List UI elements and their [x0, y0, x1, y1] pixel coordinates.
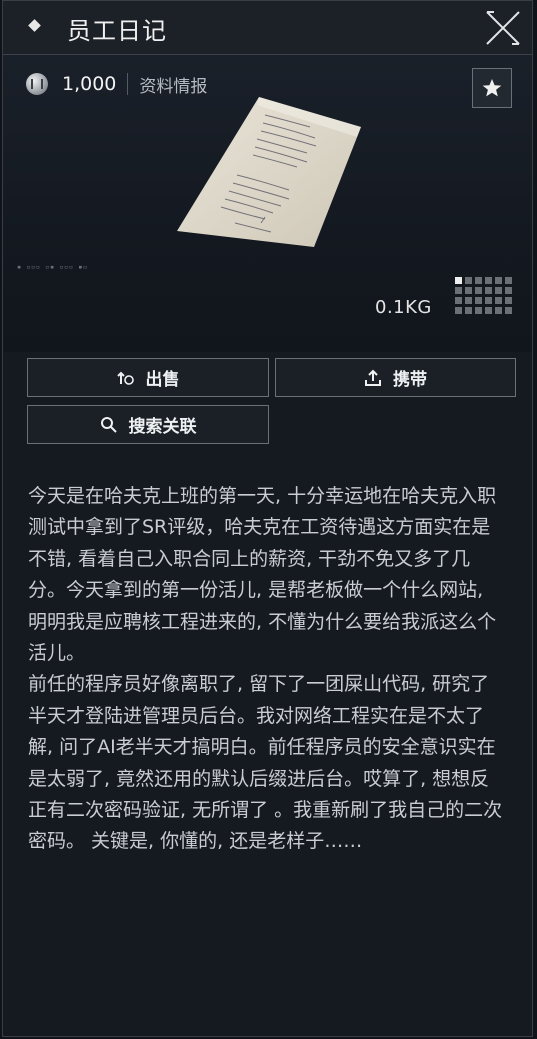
sell-icon [116, 371, 134, 385]
upload-icon [365, 369, 381, 386]
search-related-label: 搜索关联 [128, 417, 197, 437]
sell-label: 出售 [145, 370, 180, 390]
item-category: 资料情报 [139, 76, 208, 97]
carry-button[interactable]: 携带 [275, 358, 516, 397]
decorative-caption: ▪ ▫▫▫ ▫▪ ▫▫▫ ▪▫ [17, 263, 88, 271]
sell-button[interactable]: 出售 [27, 358, 269, 397]
close-icon[interactable] [484, 9, 522, 47]
price-value: 1,000 [62, 73, 117, 95]
divider [127, 73, 129, 95]
diamond-icon [28, 19, 41, 32]
item-description: 今天是在哈夫克上班的第一天, 十分幸运地在哈夫克入职测试中拿到了SR评级，哈夫克… [28, 481, 508, 858]
item-title: 员工日记 [67, 17, 167, 45]
diary-paper-image [177, 97, 361, 247]
favorite-button[interactable] [472, 68, 512, 108]
search-icon [100, 416, 117, 433]
item-detail-panel: 员工日记 1,000 资料情报 ▪ ▫▫▫ ▫▪ ▫▫▫ ▪▫ 0.1KG 出售… [2, 0, 533, 1037]
search-related-button[interactable]: 搜索关联 [27, 405, 269, 444]
panel-header: 员工日记 [3, 1, 532, 55]
description-paragraph: 今天是在哈夫克上班的第一天, 十分幸运地在哈夫克入职测试中拿到了SR评级，哈夫克… [28, 485, 497, 665]
grid-size-icon [455, 277, 512, 314]
star-icon [482, 79, 502, 97]
description-paragraph: 前任的程序员好像离职了, 留下了一团屎山代码, 研究了半天才登陆进管理员后台。我… [28, 673, 503, 853]
carry-label: 携带 [393, 370, 427, 390]
item-weight: 0.1KG [375, 297, 432, 318]
coin-icon [26, 73, 48, 95]
price-row: 1,000 资料情报 [26, 72, 208, 97]
